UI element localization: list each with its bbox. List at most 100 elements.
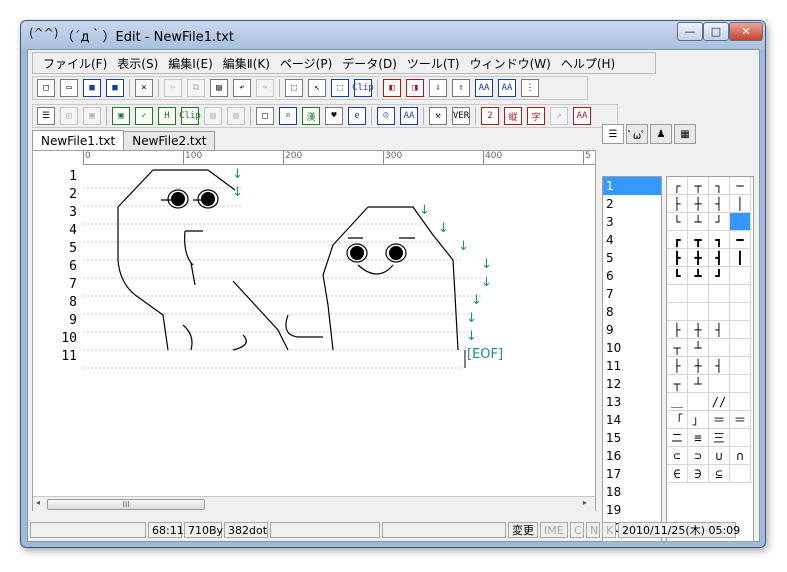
insert-right-icon[interactable]: ◨ <box>406 79 424 97</box>
save-as-icon[interactable]: ■ <box>106 79 124 97</box>
green-clip-icon[interactable]: Clip <box>179 107 201 125</box>
symbol-cell[interactable] <box>688 285 709 303</box>
page-item[interactable]: 7 <box>603 285 661 303</box>
symbol-cell[interactable] <box>730 393 751 411</box>
symbol-cell[interactable]: ┼ <box>688 195 709 213</box>
symbol-cell[interactable]: ＝ <box>730 411 751 429</box>
maximize-button[interactable]: □ <box>703 22 729 41</box>
symbol-cell[interactable]: ╋ <box>688 249 709 267</box>
symbol-cell[interactable]: ├ <box>667 321 688 339</box>
new-file-icon[interactable]: □ <box>37 79 55 97</box>
window-view-icon[interactable]: ▣ <box>83 107 101 125</box>
page-item[interactable]: 17 <box>603 465 661 483</box>
grid-tab[interactable]: ▦ <box>674 124 696 144</box>
select-icon[interactable]: ⬚ <box>285 79 303 97</box>
symbol-cell[interactable]: ┬ <box>667 375 688 393</box>
editor-pane[interactable]: 0 100 200 300 400 5 1 2 3 4 5 6 7 8 9 10 11 <box>32 150 596 511</box>
open-folder-icon[interactable]: ▭ <box>60 79 78 97</box>
symbol-cell[interactable]: ┴ <box>688 213 709 231</box>
symbol-cell[interactable] <box>730 321 751 339</box>
symbol-cell[interactable]: ┴ <box>688 375 709 393</box>
menu-window[interactable]: ウィンドウ(W) <box>470 55 551 72</box>
symbol-cell[interactable]: ┴ <box>688 339 709 357</box>
symbol-cell[interactable]: ┐ <box>709 177 730 195</box>
symbol-cell[interactable]: │ <box>730 195 751 213</box>
version-icon[interactable]: VER <box>452 107 470 125</box>
page-item[interactable]: 16 <box>603 447 661 465</box>
menu-data[interactable]: データ(D) <box>342 55 397 72</box>
symbol-cell[interactable]: ┓ <box>709 231 730 249</box>
symbol-cell[interactable] <box>730 375 751 393</box>
move-up-icon[interactable]: ⇧ <box>452 79 470 97</box>
symbol-cell[interactable]: ∈ <box>667 465 688 483</box>
symbol-cell[interactable]: ⊆ <box>709 465 730 483</box>
page-item[interactable]: 18 <box>603 483 661 501</box>
symbol-cell[interactable]: ├ <box>667 195 688 213</box>
symbol-cell[interactable] <box>688 393 709 411</box>
symbol-cell[interactable]: ＿ <box>667 393 688 411</box>
symbol-cell[interactable] <box>730 357 751 375</box>
symbol-cell[interactable] <box>709 303 730 321</box>
close-window-button[interactable]: ✕ <box>729 22 763 41</box>
symbol-cell[interactable]: ⊂ <box>667 447 688 465</box>
doc2-icon[interactable]: ▤ <box>227 107 245 125</box>
page-item[interactable]: 11 <box>603 357 661 375</box>
symbol-cell[interactable]: ∋ <box>688 465 709 483</box>
symbol-cell[interactable]: 」 <box>688 411 709 429</box>
symbol-cell[interactable] <box>730 267 751 285</box>
page-item[interactable]: 1 <box>603 177 661 195</box>
dotted-grid-icon[interactable]: ⋮ <box>521 79 539 97</box>
symbol-cell[interactable]: ┃ <box>730 249 751 267</box>
doc-icon[interactable]: ▤ <box>204 107 222 125</box>
symbol-cell[interactable] <box>730 213 751 231</box>
space-aa-icon[interactable]: AA <box>475 79 493 97</box>
undo-icon[interactable]: ↶ <box>233 79 251 97</box>
frame-icon[interactable]: □ <box>256 107 274 125</box>
symbol-cell[interactable]: ┛ <box>709 267 730 285</box>
symbol-cell[interactable]: 三 <box>709 429 730 447</box>
copy-icon[interactable]: ⧉ <box>187 79 205 97</box>
symbol-cell[interactable]: ＝ <box>709 411 730 429</box>
clip-icon[interactable]: Clip <box>352 79 374 97</box>
red-two-icon[interactable]: 2 <box>481 107 499 125</box>
symbol-cell[interactable]: ┼ <box>688 357 709 375</box>
cut-icon[interactable]: ✂ <box>164 79 182 97</box>
title-bar[interactable]: (^^) （´д｀）Edit - NewFile1.txt — □ ✕ <box>21 21 765 49</box>
paste-icon[interactable]: ▤ <box>210 79 228 97</box>
symbol-cell[interactable]: ┌ <box>667 177 688 195</box>
symbol-cell[interactable]: ┤ <box>709 357 730 375</box>
page-item[interactable]: 13 <box>603 393 661 411</box>
symbol-cell[interactable]: ┳ <box>688 231 709 249</box>
symbol-cell[interactable]: ┘ <box>709 213 730 231</box>
symbol-cell[interactable]: ┏ <box>667 231 688 249</box>
green-check-icon[interactable]: ✓ <box>135 107 153 125</box>
symbol-cell[interactable]: ┫ <box>709 249 730 267</box>
symbol-cell[interactable] <box>709 339 730 357</box>
page-list[interactable]: 1234567891011121314151617181920 <box>602 176 662 542</box>
rect-select-icon[interactable]: ⬚ <box>331 79 349 97</box>
menu-edit1[interactable]: 編集Ⅰ(E) <box>168 55 213 72</box>
kanji-script-icon[interactable]: 字 <box>527 107 545 125</box>
heart-icon[interactable]: ♥ <box>325 107 343 125</box>
aa-window-icon[interactable]: AA <box>400 107 418 125</box>
symbol-cell[interactable]: ┼ <box>688 321 709 339</box>
kanji-icon[interactable]: 漢 <box>302 107 320 125</box>
symbol-cell[interactable] <box>730 285 751 303</box>
page-item[interactable]: 9 <box>603 321 661 339</box>
move-down-icon[interactable]: ⇩ <box>429 79 447 97</box>
symbol-cell[interactable]: ┤ <box>709 195 730 213</box>
page-item[interactable]: 19 <box>603 501 661 519</box>
e-icon[interactable]: e <box>348 107 366 125</box>
symbol-cell[interactable]: ≡ <box>688 429 709 447</box>
symbol-cell[interactable] <box>730 429 751 447</box>
face-icon[interactable]: ☺ <box>377 107 395 125</box>
symbol-palette[interactable]: ┌ ┬ ┐ ─ ├ ┼ ┤ │ └ ┴ ┘ ┏ ┳ ┓ ━ ┣ ╋ ┫ ┃ ┗ ┻ ┛ ├ ┼ ┤ ┬ ┴ ├ ┼ ┤ ┬ ┴ ＿//「」＝＝ニ… <box>666 176 754 542</box>
symbol-cell[interactable] <box>709 375 730 393</box>
menu-edit2[interactable]: 編集Ⅱ(K) <box>223 55 270 72</box>
symbol-cell[interactable]: ∩ <box>730 447 751 465</box>
redo-icon[interactable]: ↷ <box>256 79 274 97</box>
user-tab[interactable]: ♟ <box>650 124 672 144</box>
close-file-icon[interactable]: × <box>135 79 153 97</box>
scroll-thumb[interactable]: III <box>47 499 205 510</box>
symbol-cell[interactable]: ┻ <box>688 267 709 285</box>
